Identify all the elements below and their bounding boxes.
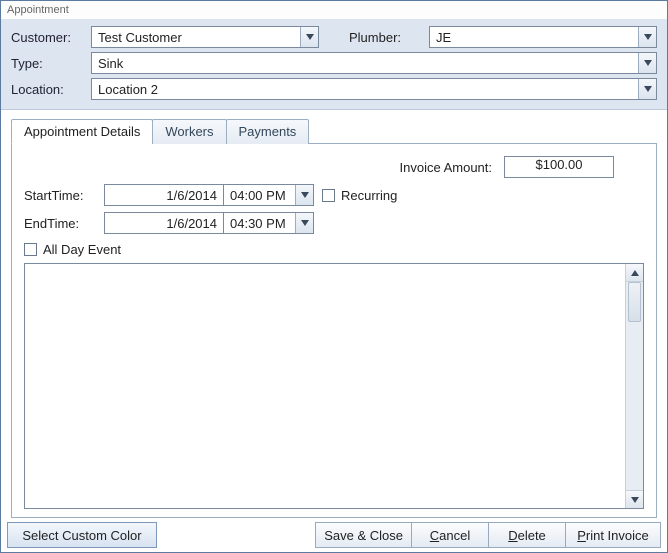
scroll-thumb[interactable]	[628, 282, 641, 322]
customer-combo[interactable]: Test Customer	[91, 26, 319, 48]
print-invoice-label: Print Invoice	[577, 528, 649, 543]
save-close-button[interactable]: Save & Close	[315, 522, 412, 548]
plumber-combo[interactable]: JE	[429, 26, 657, 48]
start-date-value: 1/6/2014	[166, 188, 217, 203]
end-date-value: 1/6/2014	[166, 216, 217, 231]
save-close-label: Save & Close	[324, 528, 403, 543]
chevron-down-icon[interactable]	[638, 53, 656, 73]
checkbox-icon	[322, 189, 335, 202]
cancel-label: Cancel	[430, 528, 470, 543]
end-date-input[interactable]: 1/6/2014	[104, 212, 224, 234]
location-value: Location 2	[98, 82, 158, 97]
customer-value: Test Customer	[98, 30, 182, 45]
end-time-label: EndTime:	[24, 216, 104, 231]
checkbox-icon	[24, 243, 37, 256]
chevron-down-icon[interactable]	[638, 27, 656, 47]
cancel-button[interactable]: Cancel	[411, 522, 489, 548]
footer-toolbar: Select Custom Color Save & Close Cancel …	[1, 518, 667, 552]
tab-appointment-details[interactable]: Appointment Details	[11, 119, 153, 144]
scrollbar[interactable]	[625, 264, 643, 508]
scroll-up-icon[interactable]	[626, 264, 643, 282]
invoice-amount-value: $100.00	[536, 157, 583, 172]
chevron-down-icon[interactable]	[300, 27, 318, 47]
type-combo[interactable]: Sink	[91, 52, 657, 74]
delete-button[interactable]: Delete	[488, 522, 566, 548]
tab-area: Appointment Details Workers Payments Inv…	[1, 110, 667, 518]
invoice-amount-input[interactable]: $100.00	[504, 156, 614, 178]
invoice-amount-label: Invoice Amount:	[400, 160, 493, 175]
start-date-input[interactable]: 1/6/2014	[104, 184, 224, 206]
end-time-combo[interactable]: 04:30 PM	[224, 212, 314, 234]
tab-panel-details: Invoice Amount: $100.00 StartTime: 1/6/2…	[11, 143, 657, 518]
select-custom-color-label: Select Custom Color	[22, 528, 141, 543]
recurring-checkbox[interactable]: Recurring	[322, 188, 397, 203]
tabstrip: Appointment Details Workers Payments	[11, 118, 657, 143]
type-value: Sink	[98, 56, 123, 71]
plumber-label: Plumber:	[349, 30, 429, 45]
appointment-window: Appointment Customer: Test Customer Plum…	[0, 0, 668, 553]
chevron-down-icon[interactable]	[295, 185, 313, 205]
delete-label: Delete	[508, 528, 546, 543]
recurring-label: Recurring	[341, 188, 397, 203]
end-time-value: 04:30 PM	[230, 216, 286, 231]
type-label: Type:	[11, 56, 91, 71]
chevron-down-icon[interactable]	[295, 213, 313, 233]
start-time-label: StartTime:	[24, 188, 104, 203]
start-time-value: 04:00 PM	[230, 188, 286, 203]
tab-payments[interactable]: Payments	[226, 119, 310, 144]
start-time-combo[interactable]: 04:00 PM	[224, 184, 314, 206]
all-day-checkbox[interactable]: All Day Event	[24, 242, 644, 257]
customer-label: Customer:	[11, 30, 91, 45]
all-day-label: All Day Event	[43, 242, 121, 257]
notes-textarea[interactable]	[24, 263, 644, 509]
chevron-down-icon[interactable]	[638, 79, 656, 99]
scroll-down-icon[interactable]	[626, 490, 643, 508]
location-combo[interactable]: Location 2	[91, 78, 657, 100]
print-invoice-button[interactable]: Print Invoice	[565, 522, 661, 548]
window-title: Appointment	[1, 1, 667, 19]
header-panel: Customer: Test Customer Plumber: JE Type…	[1, 19, 667, 110]
location-label: Location:	[11, 82, 91, 97]
plumber-value: JE	[436, 30, 451, 45]
tab-workers[interactable]: Workers	[152, 119, 226, 144]
select-custom-color-button[interactable]: Select Custom Color	[7, 522, 157, 548]
